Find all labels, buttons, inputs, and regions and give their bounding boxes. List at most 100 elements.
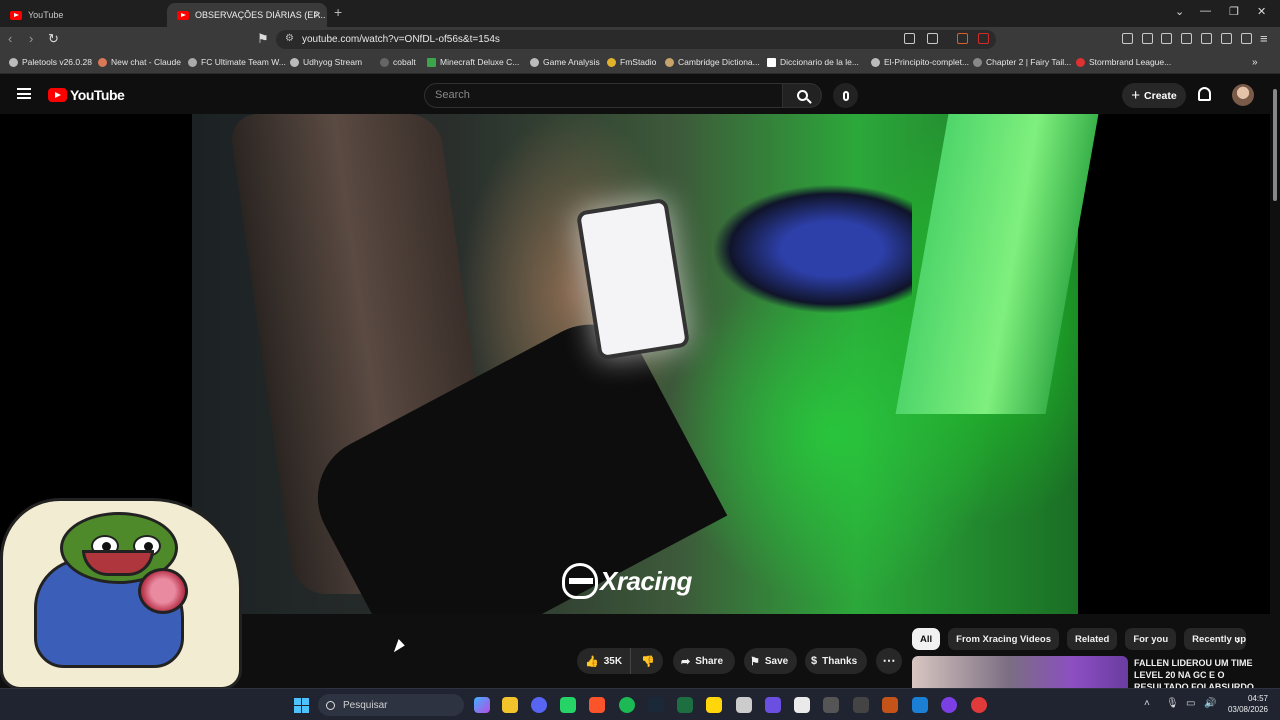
- window-close-icon[interactable]: ✕: [1257, 5, 1266, 18]
- save-button[interactable]: ⚑ Save: [744, 648, 797, 674]
- tab-active-video[interactable]: OBSERVAÇÕES DIÁRIAS (EP... ×: [167, 3, 327, 27]
- recommended-title[interactable]: FALLEN LIDEROU UM TIME LEVEL 20 NA GC E …: [1134, 657, 1264, 688]
- search-icon: [326, 700, 335, 710]
- app-icon[interactable]: [912, 697, 928, 713]
- site-info-icon[interactable]: ⚙: [285, 33, 294, 44]
- voice-search-button[interactable]: [833, 83, 858, 108]
- cast-icon[interactable]: [927, 33, 938, 44]
- whatsapp-icon[interactable]: [560, 697, 576, 713]
- mouse-cursor-icon: [393, 639, 407, 655]
- share-button[interactable]: ➦ Share: [673, 648, 735, 674]
- bookmark-item[interactable]: Paletools v26.0.28: [9, 57, 92, 67]
- brave-icon[interactable]: [589, 697, 605, 713]
- youtube-logo[interactable]: YouTube: [48, 87, 125, 103]
- app-icon[interactable]: [971, 697, 987, 713]
- chip-related[interactable]: Related: [1067, 628, 1118, 650]
- discord-icon[interactable]: [531, 697, 547, 713]
- taskbar-clock[interactable]: 04:57 03/08/2026: [1222, 693, 1268, 715]
- chip-all[interactable]: All: [912, 628, 941, 650]
- dislike-button[interactable]: 👎: [630, 648, 663, 674]
- media-icon[interactable]: [1161, 33, 1172, 44]
- taskbar-search[interactable]: Pesquisar: [318, 694, 464, 716]
- search-button[interactable]: [782, 83, 822, 108]
- bookmark-item[interactable]: FmStadio: [607, 57, 656, 67]
- translate-icon[interactable]: [904, 33, 915, 44]
- bookmark-item[interactable]: Minecraft Deluxe C...: [427, 57, 519, 67]
- twitch-icon[interactable]: [765, 697, 781, 713]
- bookmark-icon[interactable]: ⚑: [257, 31, 269, 47]
- minimize-icon[interactable]: —: [1200, 5, 1211, 17]
- snipping-tool-icon[interactable]: [736, 697, 752, 713]
- microphone-icon: [842, 90, 849, 101]
- file-explorer-icon[interactable]: [502, 697, 518, 713]
- more-actions-button[interactable]: ⋯: [876, 648, 902, 674]
- volume-icon[interactable]: 🔊: [1204, 698, 1216, 709]
- tray-overflow-icon[interactable]: ˄: [1144, 698, 1150, 709]
- tab-youtube[interactable]: YouTube: [0, 3, 165, 27]
- copilot-icon[interactable]: [474, 697, 490, 713]
- microphone-icon[interactable]: 🎙: [1166, 698, 1179, 709]
- app-icon[interactable]: [853, 697, 869, 713]
- like-button[interactable]: 👍 35K: [577, 648, 630, 674]
- new-tab-icon[interactable]: +: [334, 4, 342, 20]
- bookmark-item[interactable]: New chat - Claude: [98, 57, 181, 67]
- chip-for-you[interactable]: For you: [1125, 628, 1177, 650]
- tab-search-icon[interactable]: ⌄: [1175, 5, 1184, 18]
- brave-rewards-icon[interactable]: [978, 33, 989, 44]
- more-icon: ⋯: [882, 653, 896, 668]
- search-icon: [796, 90, 808, 101]
- sidebar-icon[interactable]: [1181, 33, 1192, 44]
- shield-icon[interactable]: [1241, 33, 1252, 44]
- address-toolbar: ‹ › ↻ ⚑ ⚙ youtube.com/watch?v=ONfDL-of56…: [0, 27, 1280, 52]
- page-scrollbar[interactable]: [1270, 74, 1280, 688]
- close-tab-icon[interactable]: ×: [314, 8, 321, 22]
- bookmark-item[interactable]: Chapter 2 | Fairy Tail...: [973, 57, 1071, 67]
- cambridge-icon: [665, 57, 674, 67]
- app-icon[interactable]: [882, 697, 898, 713]
- bookmark-item[interactable]: Cambridge Dictiona...: [665, 57, 760, 67]
- chevron-right-icon[interactable]: ›: [1236, 632, 1240, 647]
- bookmark-item[interactable]: Stormbrand League...: [1076, 57, 1171, 67]
- forward-icon[interactable]: ›: [29, 31, 33, 46]
- bookmark-item[interactable]: Udhyog Stream: [290, 57, 362, 67]
- wallet-icon[interactable]: [1201, 33, 1212, 44]
- bookmark-item[interactable]: Diccionario de la le...: [767, 57, 859, 67]
- reload-icon[interactable]: ↻: [48, 31, 59, 47]
- extensions-icon[interactable]: [1142, 33, 1153, 44]
- video-frame: [192, 114, 1099, 614]
- account-avatar[interactable]: [1232, 84, 1254, 106]
- brave-shield-icon[interactable]: [957, 33, 968, 44]
- scrollbar-thumb[interactable]: [1273, 89, 1277, 201]
- url-field[interactable]: ⚙ youtube.com/watch?v=ONfDL-of56s&t=154s: [276, 30, 996, 49]
- maximize-icon[interactable]: ❐: [1229, 5, 1239, 18]
- bookmark-item[interactable]: FC Ultimate Team W...: [188, 57, 286, 67]
- bookmark-item[interactable]: El-Principito-complet...: [871, 57, 969, 67]
- chip-from-channel[interactable]: From Xracing Videos: [948, 628, 1059, 650]
- app-icon[interactable]: [941, 697, 957, 713]
- bookmark-item[interactable]: Game Analysis: [530, 57, 600, 67]
- notepad-icon[interactable]: [794, 697, 810, 713]
- guide-menu-icon[interactable]: [17, 88, 31, 99]
- menu-icon[interactable]: ≡: [1260, 31, 1268, 46]
- notifications-bell-icon[interactable]: [1198, 87, 1211, 101]
- network-icon[interactable]: ▭: [1186, 698, 1195, 709]
- excel-icon[interactable]: [677, 697, 693, 713]
- back-icon[interactable]: ‹: [8, 31, 12, 46]
- youtube-icon: [1076, 57, 1085, 67]
- spotify-icon[interactable]: [619, 697, 635, 713]
- recommended-thumbnail[interactable]: [912, 656, 1128, 688]
- steam-icon[interactable]: [648, 697, 664, 713]
- clock-date: 03/08/2026: [1227, 705, 1268, 714]
- more-bookmarks-icon[interactable]: »: [1252, 57, 1258, 68]
- thanks-button[interactable]: $ Thanks: [805, 648, 867, 674]
- power-bi-icon[interactable]: [706, 697, 722, 713]
- windows-start-icon[interactable]: [294, 698, 309, 713]
- search-box: [424, 83, 784, 108]
- leo-ai-icon[interactable]: [1221, 33, 1232, 44]
- vpn-icon[interactable]: [1122, 33, 1133, 44]
- bookmark-item[interactable]: cobalt: [380, 57, 416, 67]
- create-button[interactable]: + Create: [1122, 83, 1186, 108]
- share-icon: ➦: [681, 655, 691, 668]
- search-input[interactable]: [435, 89, 765, 101]
- app-icon[interactable]: [823, 697, 839, 713]
